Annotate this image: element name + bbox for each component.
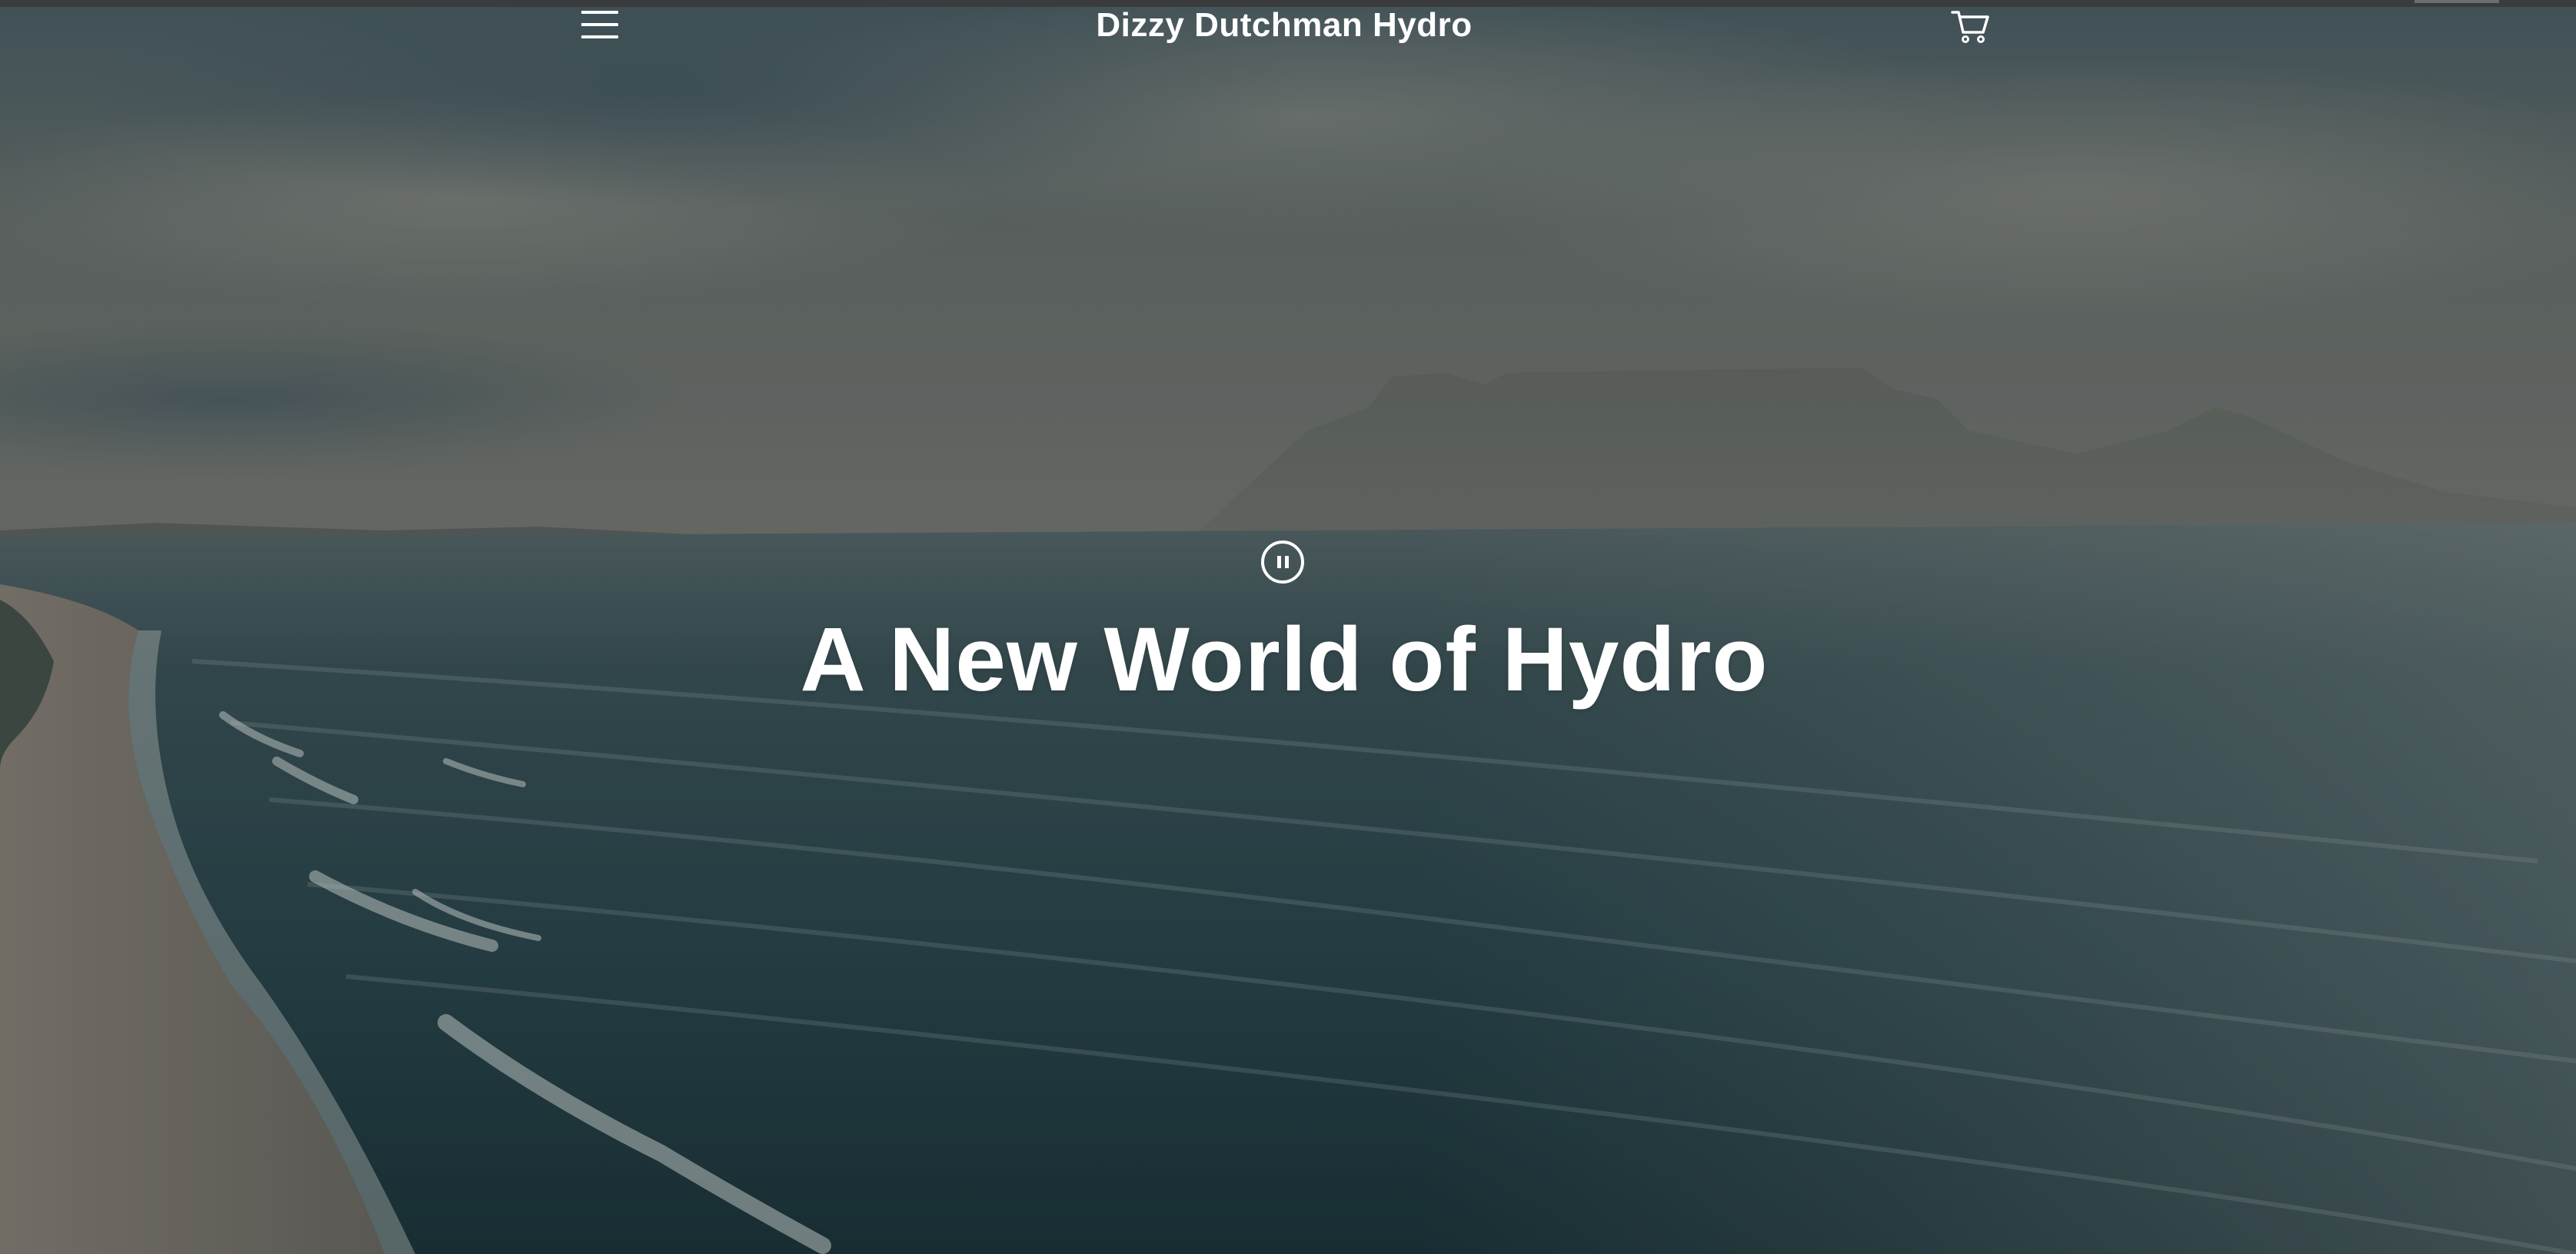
- pause-icon-bar: [1285, 556, 1289, 568]
- browser-tab-indicator: [2415, 0, 2499, 3]
- video-pause-button[interactable]: [1261, 541, 1304, 584]
- site-title[interactable]: Dizzy Dutchman Hydro: [0, 3, 2568, 48]
- cart-svg: [1951, 11, 1989, 43]
- page: Dizzy Dutchman Hydro A New World of Hydr…: [0, 0, 2576, 1254]
- browser-top-strip: [0, 0, 2576, 7]
- site-header: Dizzy Dutchman Hydro: [0, 0, 2576, 54]
- hero-heading: A New World of Hydro: [800, 609, 1769, 710]
- pause-icon: [1277, 556, 1281, 568]
- shopping-cart-icon[interactable]: [1949, 5, 1992, 48]
